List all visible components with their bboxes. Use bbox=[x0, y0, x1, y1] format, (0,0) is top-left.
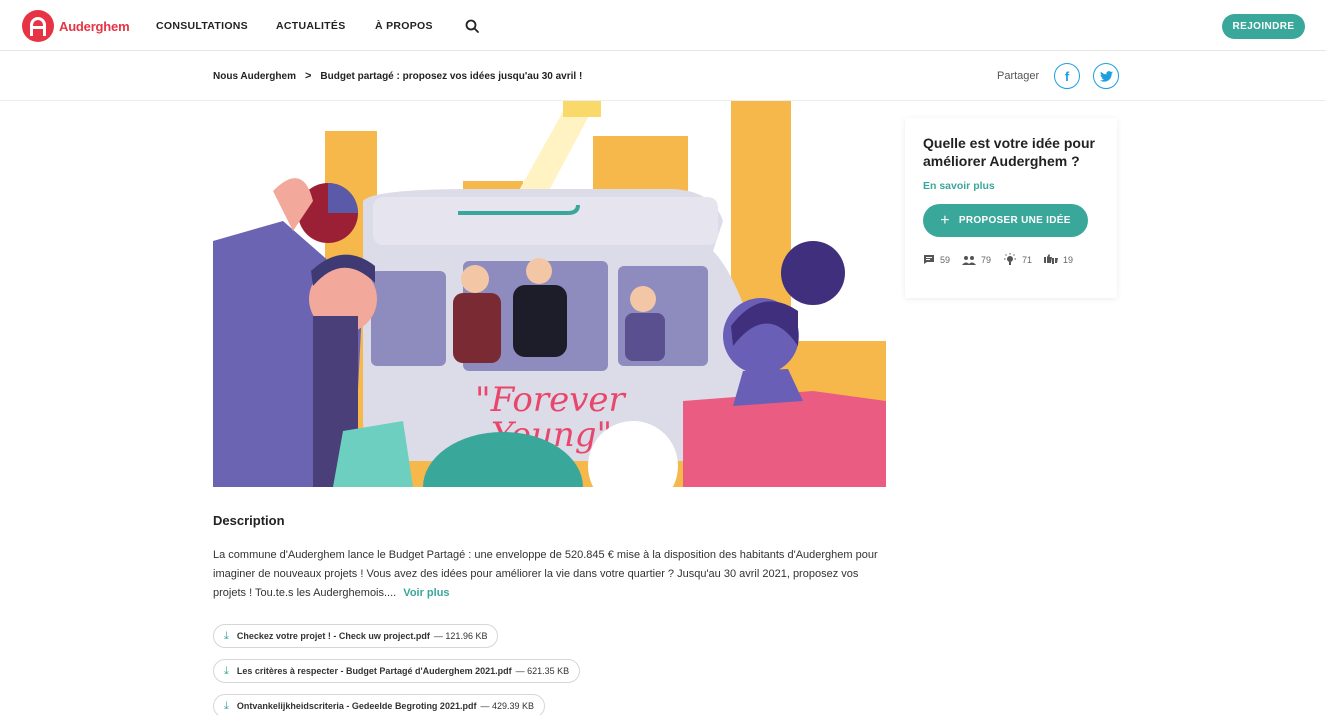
plus-icon: + bbox=[940, 211, 950, 229]
file-attachment[interactable]: ⤓ Checkez votre projet ! - Check uw proj… bbox=[213, 624, 499, 648]
learn-more-link[interactable]: En savoir plus bbox=[923, 180, 1099, 192]
votes-count: 19 bbox=[1063, 254, 1074, 265]
ideas-stat: 71 bbox=[1003, 253, 1032, 266]
stats-row: 59 79 71 19 bbox=[923, 253, 1099, 266]
comments-count: 59 bbox=[940, 254, 951, 265]
nav-consultations[interactable]: CONSULTATIONS bbox=[156, 20, 248, 32]
card-title: Quelle est votre idée pour améliorer Aud… bbox=[923, 135, 1095, 169]
sub-header: Nous Auderghem > Budget partagé : propos… bbox=[0, 51, 1326, 101]
file-name: Les critères à respecter - Budget Partag… bbox=[236, 666, 512, 676]
file-size: — 621.35 KB bbox=[515, 666, 570, 676]
logo-text: Auderghem bbox=[59, 18, 130, 34]
breadcrumb-separator: > bbox=[304, 70, 312, 82]
votes-stat: 19 bbox=[1044, 254, 1073, 265]
top-header: Auderghem CONSULTATIONS ACTUALITÉS À PRO… bbox=[0, 0, 1326, 51]
logo-icon bbox=[22, 10, 54, 42]
nav-a-propos[interactable]: À PROPOS bbox=[375, 20, 433, 32]
download-icon: ⤓ bbox=[224, 629, 229, 642]
join-button[interactable]: REJOINDRE bbox=[1222, 14, 1305, 39]
description-title: Description bbox=[213, 513, 285, 528]
download-icon: ⤓ bbox=[224, 664, 229, 677]
nav-actualites[interactable]: ACTUALITÉS bbox=[276, 20, 346, 32]
mural-text-forever: "Forever bbox=[475, 380, 627, 420]
participants-stat: 79 bbox=[962, 255, 991, 265]
facebook-share-button[interactable]: f bbox=[1054, 63, 1080, 89]
propose-idea-button[interactable]: + PROPOSER UNE IDÉE bbox=[923, 204, 1088, 237]
file-name: Checkez votre projet ! - Check uw projec… bbox=[236, 631, 430, 641]
breadcrumb: Nous Auderghem > Budget partagé : propos… bbox=[213, 70, 582, 82]
lightbulb-icon bbox=[1004, 253, 1017, 265]
twitter-icon bbox=[1099, 70, 1113, 82]
search-icon[interactable] bbox=[465, 19, 479, 33]
share-label: Partager bbox=[997, 70, 1040, 82]
twitter-share-button[interactable] bbox=[1093, 63, 1119, 89]
propose-idea-label: PROPOSER UNE IDÉE bbox=[958, 215, 1071, 226]
thumbs-icon bbox=[1044, 254, 1059, 264]
file-size: — 121.96 KB bbox=[433, 631, 488, 641]
budget-illustration: "Forever Young" bbox=[213, 101, 886, 487]
breadcrumb-current: Budget partagé : proposez vos idées jusq… bbox=[320, 70, 583, 82]
download-icon: ⤓ bbox=[224, 699, 229, 712]
comment-icon bbox=[924, 255, 934, 264]
comments-stat: 59 bbox=[923, 254, 950, 265]
description-body: La commune d'Auderghem lance le Budget P… bbox=[213, 549, 878, 599]
file-size: — 429.39 KB bbox=[480, 701, 534, 711]
people-icon bbox=[962, 255, 977, 265]
read-more-link[interactable]: Voir plus bbox=[403, 587, 449, 599]
ideas-count: 71 bbox=[1022, 254, 1033, 265]
breadcrumb-home[interactable]: Nous Auderghem bbox=[213, 71, 296, 82]
file-name: Ontvankelijkheidscriteria - Gedeelde Beg… bbox=[236, 701, 477, 711]
participants-count: 79 bbox=[981, 254, 992, 265]
idea-card: Quelle est votre idée pour améliorer Aud… bbox=[905, 118, 1117, 298]
hero-illustration: "Forever Young" bbox=[213, 101, 886, 487]
auderghem-logo[interactable]: Auderghem bbox=[22, 10, 130, 42]
facebook-icon: f bbox=[1064, 68, 1070, 84]
file-attachment[interactable]: ⤓ Les critères à respecter - Budget Part… bbox=[213, 659, 581, 683]
file-attachment[interactable]: ⤓ Ontvankelijkheidscriteria - Gedeelde B… bbox=[213, 694, 545, 715]
description-text: La commune d'Auderghem lance le Budget P… bbox=[213, 546, 893, 603]
